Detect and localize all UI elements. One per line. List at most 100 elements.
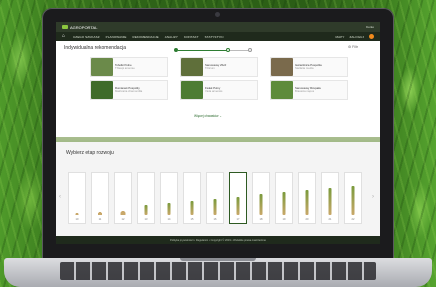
plant-icon: [305, 190, 309, 215]
growth-stage-list: 10 11 12 13 14 15 16 17 18 19 20 21 22: [68, 172, 362, 224]
nav-item-statistics[interactable]: STATYSTYKI: [205, 35, 224, 39]
nav-item-contact[interactable]: KONTAKT: [184, 35, 199, 39]
weed-card[interactable]: Fiołek Polny Viola arvensis: [180, 80, 258, 100]
plant-icon: [97, 209, 103, 215]
weed-card[interactable]: Samosiewy Zbóż Triticum: [180, 57, 258, 77]
weed-latin-name: Stellaria media: [295, 66, 314, 70]
weed-latin-name: Matricaria chamomilla: [115, 89, 143, 93]
step-3[interactable]: [248, 48, 252, 52]
step-1[interactable]: [174, 48, 178, 52]
show-more-weeds-link[interactable]: Więcej chwastów ⌄: [194, 114, 222, 118]
weed-image: [91, 81, 113, 99]
plant-icon: [282, 192, 286, 215]
keyboard: [60, 262, 376, 280]
weed-card-text: Fiołek Polny Viola arvensis: [205, 86, 223, 94]
weed-latin-name: Viola arvensis: [205, 89, 223, 93]
growth-stage-code: 16: [213, 218, 217, 221]
weed-card-text: Samosiewy Rzepaku Brassica napus: [295, 86, 321, 94]
account-link[interactable]: Konto: [366, 25, 374, 29]
logo-icon: [62, 25, 68, 29]
recommendation-panel: Indywidualna rekomendacja ⚙ Filtr Tobołk…: [56, 41, 380, 137]
nav-item-planning[interactable]: PLANOWANIE: [106, 35, 127, 39]
progress-line-todo: [228, 49, 250, 51]
home-icon[interactable]: ⌂: [62, 34, 67, 39]
growth-stage-code: 22: [351, 218, 355, 221]
top-bar: AGROPORTAL Konto: [56, 22, 380, 32]
nav-item-analyses[interactable]: ANALIZY: [165, 35, 178, 39]
laptop-screen: AGROPORTAL Konto ⌂ CZEGO SZUKASZ PLANOWA…: [56, 22, 380, 244]
nav-right: MAPY ZALOGUJ: [336, 34, 374, 39]
footer-text: Polityka prywatności • Regulamin • Copyr…: [169, 238, 267, 242]
growth-stage-card[interactable]: 13: [137, 172, 155, 224]
growth-stage-card[interactable]: 17: [229, 172, 247, 224]
webcam: [215, 12, 220, 17]
growth-stage-code: 19: [282, 218, 286, 221]
plant-icon: [351, 185, 355, 215]
growth-stage-code: 18: [259, 218, 263, 221]
panel-title: Indywidualna rekomendacja: [64, 45, 126, 51]
plant-icon: [144, 205, 148, 215]
logo[interactable]: AGROPORTAL: [62, 25, 97, 30]
plant-icon: [190, 201, 194, 215]
step-2[interactable]: [226, 48, 230, 52]
plant-icon: [259, 194, 263, 215]
weed-card[interactable]: Rumianek Pospolity Matricaria chamomilla: [90, 80, 168, 100]
nav-item-recommendations[interactable]: REKOMENDACJE: [133, 35, 159, 39]
growth-stage-code: 11: [98, 218, 102, 221]
weed-image: [181, 58, 203, 76]
growth-stage-code: 13: [144, 218, 148, 221]
growth-stage-code: 12: [121, 218, 125, 221]
weed-card-text: Gwiazdnica Pospolita Stellaria media: [295, 63, 322, 71]
growth-stage-code: 21: [328, 218, 332, 221]
chevron-right-icon[interactable]: ›: [372, 194, 374, 200]
weed-latin-name: Brassica napus: [295, 89, 315, 93]
growth-stage-code: 17: [236, 218, 240, 221]
growth-stage-card[interactable]: 10: [68, 172, 86, 224]
nav-item-search[interactable]: CZEGO SZUKASZ: [73, 35, 100, 39]
weed-card[interactable]: Gwiazdnica Pospolita Stellaria media: [270, 57, 348, 77]
growth-stage-code: 10: [75, 218, 79, 221]
growth-stage-card[interactable]: 20: [298, 172, 316, 224]
growth-stage-card[interactable]: 18: [252, 172, 270, 224]
weed-image: [181, 81, 203, 99]
stage-section-title: Wybierz etap rozwoju: [66, 150, 114, 156]
growth-stage-code: 14: [167, 218, 171, 221]
notification-badge[interactable]: [369, 34, 374, 39]
weed-card[interactable]: Tobołki Polne Thlaspi arvense: [90, 57, 168, 77]
growth-stage-card[interactable]: 14: [160, 172, 178, 224]
main-nav: ⌂ CZEGO SZUKASZ PLANOWANIE REKOMENDACJE …: [56, 32, 380, 41]
growth-stage-card[interactable]: 22: [344, 172, 362, 224]
growth-stage-card[interactable]: 11: [91, 172, 109, 224]
plant-icon: [236, 196, 240, 215]
weed-card-text: Tobołki Polne Thlaspi arvense: [115, 63, 135, 71]
plant-icon: [213, 198, 217, 215]
weed-image: [271, 81, 293, 99]
nav-item-maps[interactable]: MAPY: [336, 35, 345, 39]
laptop-hinge: [180, 258, 256, 261]
growth-stage-code: 15: [190, 218, 194, 221]
growth-stage-code: 20: [305, 218, 309, 221]
weed-image: [91, 58, 113, 76]
weed-card-text: Samosiewy Zbóż Triticum: [205, 63, 226, 71]
progress-line-done: [178, 49, 228, 51]
footer: Polityka prywatności • Regulamin • Copyr…: [56, 236, 380, 244]
weed-card-text: Rumianek Pospolity Matricaria chamomilla: [115, 86, 143, 94]
progress-steps: [174, 48, 254, 52]
chevron-left-icon[interactable]: ‹: [59, 194, 61, 200]
weed-card[interactable]: Samosiewy Rzepaku Brassica napus: [270, 80, 348, 100]
laptop-lid: AGROPORTAL Konto ⌂ CZEGO SZUKASZ PLANOWA…: [42, 8, 394, 260]
plant-icon: [167, 203, 171, 215]
growth-stage-card[interactable]: 21: [321, 172, 339, 224]
weed-latin-name: Triticum: [205, 66, 215, 70]
filter-button[interactable]: ⚙ Filtr: [348, 45, 358, 49]
weed-image: [271, 58, 293, 76]
growth-stage-card[interactable]: 19: [275, 172, 293, 224]
growth-stage-card[interactable]: 15: [183, 172, 201, 224]
plant-icon: [120, 207, 126, 215]
nav-item-login[interactable]: ZALOGUJ: [349, 35, 364, 39]
growth-stage-card[interactable]: 12: [114, 172, 132, 224]
plant-icon: [328, 187, 332, 215]
growth-stage-card[interactable]: 16: [206, 172, 224, 224]
plant-icon: [74, 212, 80, 215]
filter-label: Filtr: [352, 45, 358, 49]
